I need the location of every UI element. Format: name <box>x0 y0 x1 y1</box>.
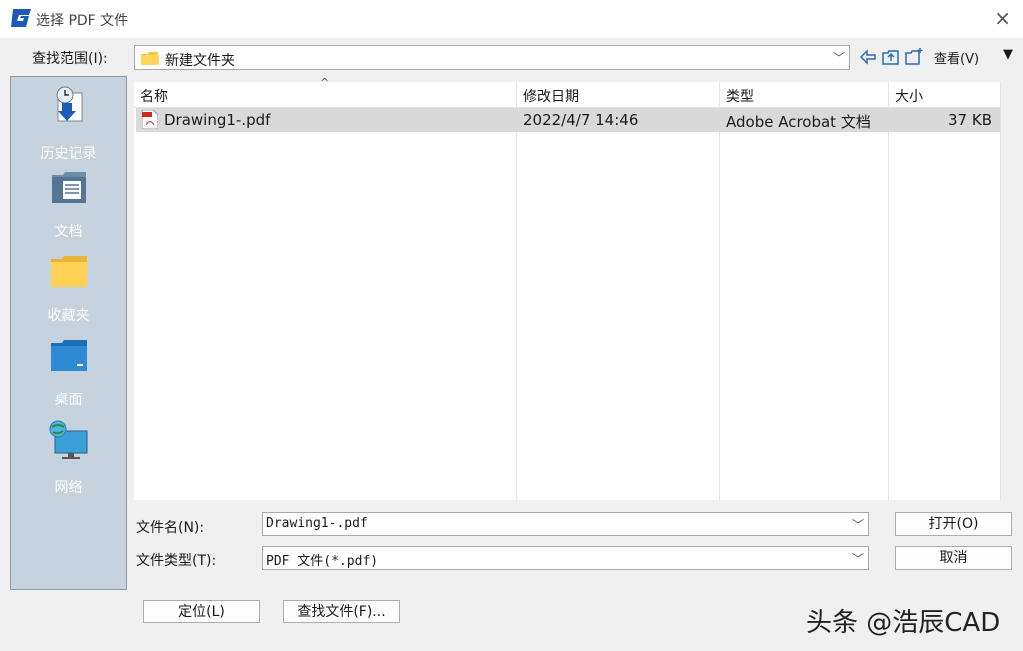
up-folder-icon[interactable] <box>881 47 901 67</box>
filetype-label: 文件类型(T): <box>136 553 217 569</box>
new-folder-icon[interactable] <box>904 47 924 67</box>
history-icon <box>56 86 82 122</box>
column-divider[interactable] <box>719 82 720 500</box>
filetype-value: PDF 文件(*.pdf) <box>266 554 379 569</box>
file-row[interactable]: Drawing1-.pdf 2022/4/7 14:46 Adobe Acrob… <box>136 108 1000 132</box>
back-icon[interactable] <box>858 47 878 67</box>
documents-icon <box>51 172 86 203</box>
locate-button[interactable]: 定位(L) <box>143 600 260 623</box>
place-history[interactable]: 历史记录 <box>11 83 126 162</box>
file-size: 37 KB <box>948 111 992 129</box>
file-name: Drawing1-.pdf <box>164 111 271 129</box>
column-header-size[interactable]: 大小 <box>895 86 923 106</box>
view-menu[interactable]: 查看(V) <box>934 48 979 67</box>
place-documents[interactable]: 文档 <box>11 169 126 240</box>
column-divider[interactable] <box>516 82 517 500</box>
column-header-type[interactable]: 类型 <box>726 86 754 106</box>
file-modified: 2022/4/7 14:46 <box>523 111 639 129</box>
network-icon <box>49 420 87 459</box>
place-label: 桌面 <box>54 392 83 408</box>
chevron-down-icon: ﹀ <box>851 552 864 566</box>
filetype-select[interactable]: PDF 文件(*.pdf) ﹀ <box>262 546 869 570</box>
view-dropdown-arrow[interactable]: ▼ <box>1003 47 1013 62</box>
places-bar: 历史记录 文档 收藏夹 桌面 网络 <box>10 76 127 590</box>
favorites-icon <box>50 256 87 287</box>
place-label: 收藏夹 <box>47 308 90 324</box>
close-button[interactable]: × <box>994 6 1011 30</box>
desktop-icon <box>50 340 87 371</box>
watermark-text: 头条 @浩辰CAD <box>806 608 1001 638</box>
title-bar: 选择 PDF 文件 × <box>0 0 1023 38</box>
place-label: 历史记录 <box>40 146 97 162</box>
chevron-down-icon[interactable]: ﹀ <box>852 516 864 533</box>
filename-value: Drawing1-.pdf <box>266 516 368 531</box>
file-type: Adobe Acrobat 文档 <box>726 113 871 131</box>
column-divider[interactable] <box>888 82 889 500</box>
filename-input[interactable]: Drawing1-.pdf ﹀ <box>262 512 869 536</box>
pdf-file-icon <box>142 110 158 129</box>
find-file-button[interactable]: 查找文件(F)... <box>283 600 400 623</box>
lookin-dropdown[interactable]: 新建文件夹 ﹀ <box>134 45 850 70</box>
file-list[interactable]: ^ 名称 修改日期 类型 大小 Drawing1-.pdf 2022/4/7 1… <box>134 76 1001 500</box>
sort-ascending-icon: ^ <box>320 76 330 89</box>
chevron-down-icon: ﹀ <box>832 51 845 65</box>
file-list-header: ^ 名称 修改日期 类型 大小 <box>134 76 1000 108</box>
app-logo-icon <box>11 9 31 27</box>
lookin-value: 新建文件夹 <box>165 53 235 69</box>
lookin-label: 查找范围(I): <box>32 51 108 67</box>
place-desktop[interactable]: 桌面 <box>11 337 126 408</box>
place-label: 网络 <box>54 480 83 496</box>
open-button[interactable]: 打开(O) <box>895 512 1012 536</box>
place-label: 文档 <box>54 224 83 240</box>
place-favorites[interactable]: 收藏夹 <box>11 253 126 324</box>
place-network[interactable]: 网络 <box>11 417 126 496</box>
filename-label: 文件名(N): <box>136 520 205 536</box>
cancel-button[interactable]: 取消 <box>895 546 1012 570</box>
window-title: 选择 PDF 文件 <box>36 13 129 29</box>
folder-icon <box>141 52 159 65</box>
column-header-name[interactable]: 名称 <box>140 86 168 106</box>
column-header-modified[interactable]: 修改日期 <box>523 86 579 106</box>
